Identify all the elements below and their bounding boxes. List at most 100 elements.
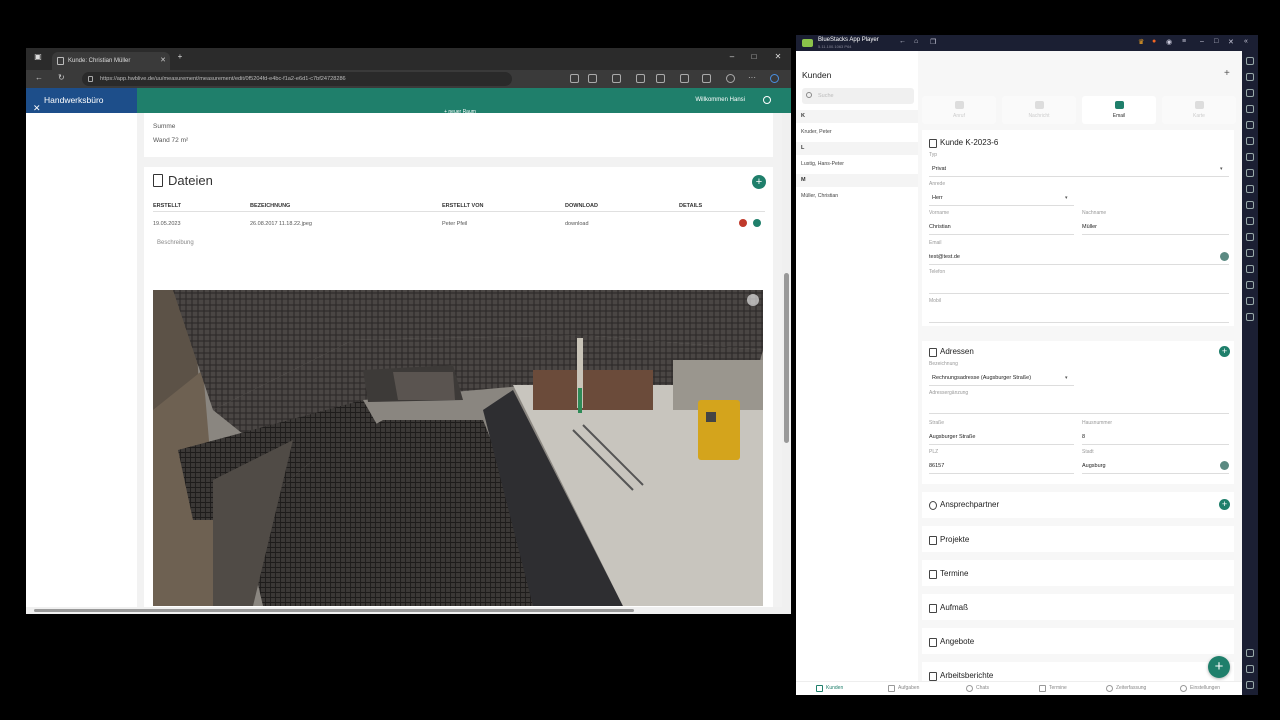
extension-icon[interactable] <box>636 74 645 83</box>
col-header-erstellt-von[interactable]: ERSTELLT VON <box>442 203 483 209</box>
add-address-button[interactable]: + <box>1219 346 1230 357</box>
section-projekte[interactable]: Projekte <box>922 526 1234 552</box>
layers-icon[interactable] <box>1246 297 1254 305</box>
horizontal-scrollbar[interactable] <box>26 607 782 614</box>
action-tab-email[interactable]: Email <box>1082 96 1156 124</box>
add-file-button[interactable]: + <box>752 175 766 189</box>
notification-icon[interactable]: ● <box>1152 38 1156 45</box>
chevron-down-icon[interactable]: ▾ <box>1065 375 1068 381</box>
delete-icon[interactable] <box>739 219 747 227</box>
col-header-bezeichnung[interactable]: BEZEICHNUNG <box>250 203 290 209</box>
nav-termine[interactable]: Termine <box>1039 685 1067 692</box>
stadt-field[interactable]: Augsburg <box>1082 463 1106 469</box>
section-aufmass[interactable]: Aufmaß <box>922 594 1234 620</box>
more-icon[interactable]: ··· <box>748 73 756 82</box>
col-header-erstellt[interactable]: ERSTELLT <box>153 203 181 209</box>
customer-item-selected[interactable]: Müller, Christian <box>801 193 838 199</box>
record-icon[interactable] <box>1246 137 1254 145</box>
customer-item[interactable]: Kruder, Peter <box>801 129 832 135</box>
extension-icon[interactable] <box>612 74 621 83</box>
app-icon[interactable] <box>588 74 597 83</box>
typ-select[interactable]: Privat <box>932 166 946 172</box>
multi-instance-icon[interactable] <box>1246 313 1254 321</box>
minimize-icon[interactable]: – <box>726 52 738 61</box>
fullscreen-icon[interactable] <box>1246 57 1254 65</box>
install-apk-icon[interactable] <box>1246 153 1254 161</box>
profile-avatar-icon[interactable] <box>726 74 735 83</box>
favorites-icon[interactable] <box>680 74 689 83</box>
nav-chats[interactable]: Chats <box>966 685 989 692</box>
extension-icon[interactable] <box>656 74 665 83</box>
scroll-thumb[interactable] <box>34 609 634 612</box>
strasse-field[interactable]: Augsburger Straße <box>929 434 975 440</box>
nav-kunden[interactable]: Kunden <box>816 685 843 692</box>
settings-icon[interactable] <box>1246 649 1254 657</box>
nav-einstellungen[interactable]: Einstellungen <box>1180 685 1220 692</box>
vorname-field[interactable]: Christian <box>929 224 951 230</box>
keyboard-icon[interactable] <box>1246 89 1254 97</box>
fab-add-button[interactable]: + <box>1208 656 1230 678</box>
tab-actions-icon[interactable]: ▣ <box>32 52 44 61</box>
maximize-icon[interactable]: □ <box>1214 38 1218 45</box>
section-arbeitsberichte[interactable]: Arbeitsberichte <box>922 662 1234 681</box>
bezeichnung-select[interactable]: Rechnungsadresse (Augsburger Straße) <box>932 375 1031 381</box>
app-brand[interactable]: ✕ Handwerksbüro <box>26 88 137 113</box>
download-link[interactable]: download <box>565 221 589 227</box>
hausnummer-field[interactable]: 8 <box>1082 434 1085 440</box>
customer-item[interactable]: Lustig, Hans-Peter <box>801 161 844 167</box>
new-tab-icon[interactable]: + <box>174 52 186 61</box>
maximize-icon[interactable]: □ <box>748 52 760 61</box>
expand-image-icon[interactable] <box>747 294 759 306</box>
plz-field[interactable]: 86157 <box>929 463 944 469</box>
col-header-details[interactable]: DETAILS <box>679 203 702 209</box>
telefon-field[interactable] <box>929 293 1229 294</box>
media-manager-icon[interactable] <box>1246 169 1254 177</box>
home-icon[interactable]: ⌂ <box>914 38 918 45</box>
browser-tab[interactable]: Kunde: Christian Müller ✕ <box>52 52 170 70</box>
adresszusatz-field[interactable] <box>929 413 1229 414</box>
add-contact-button[interactable]: + <box>1219 499 1230 510</box>
action-tab-nachricht[interactable]: Nachricht <box>1002 96 1076 124</box>
home-icon[interactable] <box>1246 681 1254 689</box>
crown-icon[interactable]: ♛ <box>1138 38 1144 46</box>
map-location-icon[interactable] <box>1220 461 1229 470</box>
minimize-icon[interactable]: – <box>1200 38 1204 45</box>
section-ansprechpartner[interactable]: Ansprechpartner + <box>922 492 1234 518</box>
send-email-icon[interactable] <box>1220 252 1229 261</box>
action-tab-anruf[interactable]: Anruf <box>922 96 996 124</box>
location-icon[interactable] <box>1246 265 1254 273</box>
vertical-scrollbar[interactable] <box>782 113 791 614</box>
search-input[interactable]: Suche <box>802 88 914 104</box>
screenshot-icon[interactable] <box>1246 121 1254 129</box>
rotate-icon[interactable] <box>1246 233 1254 241</box>
nav-zeiterfassung[interactable]: Zeiterfassung <box>1106 685 1146 692</box>
anrede-select[interactable]: Herr <box>932 195 943 201</box>
gamepad-icon[interactable] <box>1246 105 1254 113</box>
back-icon[interactable] <box>1246 665 1254 673</box>
airplane-icon[interactable] <box>1246 217 1254 225</box>
email-field[interactable]: test@test.de <box>929 254 960 260</box>
view-icon[interactable] <box>753 219 761 227</box>
copilot-icon[interactable] <box>770 74 779 83</box>
volume-icon[interactable] <box>1246 73 1254 81</box>
action-tab-karte[interactable]: Karte <box>1162 96 1236 124</box>
sidebar-toggle-icon[interactable]: « <box>1244 38 1248 45</box>
nachname-field[interactable]: Müller <box>1082 224 1097 230</box>
read-aloud-icon[interactable] <box>570 74 579 83</box>
close-tab-icon[interactable]: ✕ <box>160 52 166 70</box>
account-icon[interactable]: ◉ <box>1166 38 1172 46</box>
back-icon[interactable]: ← <box>35 73 43 82</box>
back-icon[interactable]: ← <box>899 38 906 45</box>
section-termine[interactable]: Termine <box>922 560 1234 586</box>
recent-apps-icon[interactable]: ❐ <box>930 38 936 46</box>
eco-mode-icon[interactable] <box>1246 281 1254 289</box>
folder-icon[interactable] <box>1246 201 1254 209</box>
reload-icon[interactable]: ↻ <box>58 73 65 82</box>
mobil-field[interactable] <box>929 322 1229 323</box>
close-window-icon[interactable]: ✕ <box>1228 38 1234 46</box>
macro-icon[interactable] <box>1246 185 1254 193</box>
nav-aufgaben[interactable]: Aufgaben <box>888 685 919 692</box>
url-field[interactable]: https://app.hwblive.de/uu/measurement/me… <box>82 72 512 86</box>
logout-icon[interactable] <box>763 96 771 104</box>
shake-icon[interactable] <box>1246 249 1254 257</box>
